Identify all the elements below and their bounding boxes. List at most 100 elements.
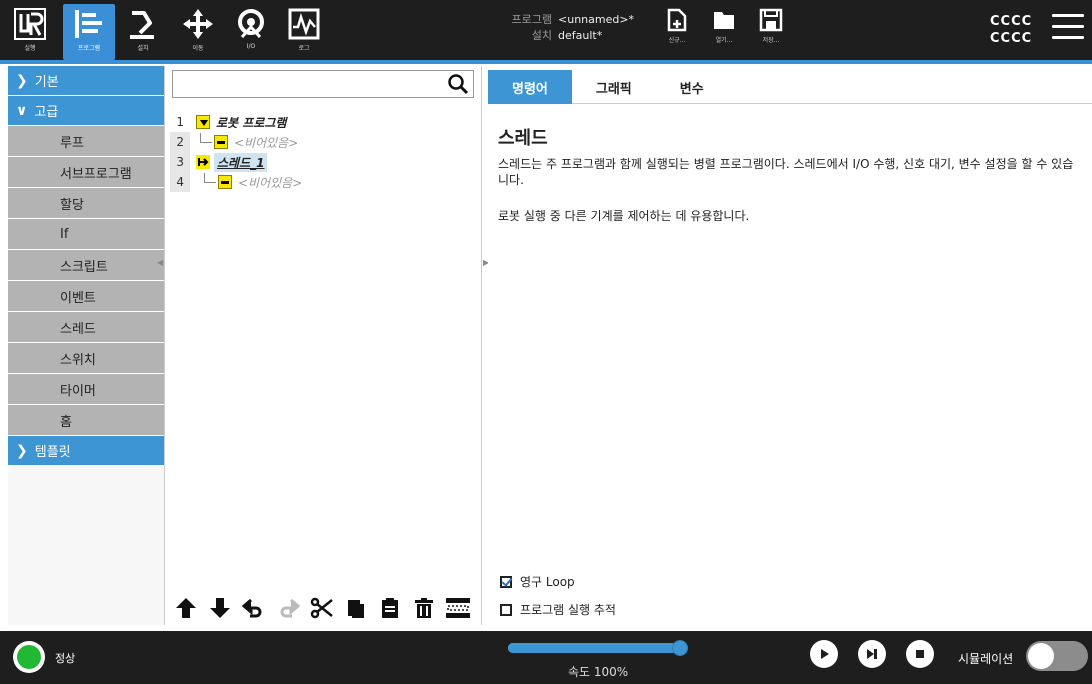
category-templates[interactable]: ❯ 템플릿 xyxy=(8,436,164,466)
trace-execution-label: 프로그램 실행 추적 xyxy=(520,603,616,617)
user-line-1: CCCC xyxy=(990,14,1033,29)
line-number: 2 xyxy=(170,132,190,152)
command-item-label: 홈 xyxy=(60,414,72,430)
robot-status-icon[interactable] xyxy=(13,641,45,673)
tab-graphics[interactable]: 그래픽 xyxy=(572,70,656,104)
clipboard-icon xyxy=(381,598,398,618)
paste-button[interactable] xyxy=(376,594,403,622)
category-basic[interactable]: ❯ 기본 xyxy=(8,66,164,96)
speed-label: 속도 100% xyxy=(568,665,629,679)
installation-robot-icon xyxy=(130,11,154,39)
open-program-button[interactable]: 열기... xyxy=(704,8,744,58)
thread-usage-note: 로봇 실행 중 다른 기계를 제어하는 데 유용합니다. xyxy=(498,209,750,223)
program-info: 프로그램 <unnamed>* 설치 default* xyxy=(470,12,635,44)
command-item-label: 이벤트 xyxy=(60,290,96,306)
command-item-subprogram[interactable]: 서브프로그램 xyxy=(8,157,164,188)
program-tree-panel: 1 로봇 프로그램 2 <비어있음> 3 스레드_1 4 <비어있음> xyxy=(170,66,482,625)
nav-installation-label: 설치 xyxy=(137,45,149,52)
stop-button[interactable] xyxy=(906,640,934,668)
category-advanced-label: 고급 xyxy=(34,105,59,120)
tree-search-input[interactable] xyxy=(177,72,447,96)
undo-icon xyxy=(241,598,261,618)
program-tree: 1 로봇 프로그램 2 <비어있음> 3 스레드_1 4 <비어있음> xyxy=(170,112,482,192)
tab-command[interactable]: 명령어 xyxy=(488,70,572,104)
command-item-home[interactable]: 홈 xyxy=(8,405,164,436)
tree-row[interactable]: 1 로봇 프로그램 xyxy=(170,112,482,132)
nav-io-button[interactable]: I/O xyxy=(225,4,277,60)
step-button[interactable] xyxy=(858,640,886,668)
command-item-thread[interactable]: 스레드 xyxy=(8,312,164,343)
page-title: 스레드 xyxy=(498,128,548,149)
tree-row[interactable]: 3 스레드_1 xyxy=(170,152,482,172)
thread-node-selected[interactable]: 스레드_1 xyxy=(214,152,268,172)
nav-move-button[interactable]: 이동 xyxy=(172,4,224,60)
tab-variables[interactable]: 변수 xyxy=(656,70,728,104)
loop-forever-checkbox[interactable] xyxy=(500,575,512,588)
command-item-event[interactable]: 이벤트 xyxy=(8,281,164,312)
delete-button[interactable] xyxy=(410,594,437,622)
command-item-assignment[interactable]: 할당 xyxy=(8,188,164,219)
search-icon[interactable] xyxy=(447,73,469,95)
command-item-label: 서브프로그램 xyxy=(60,166,132,182)
new-program-button[interactable]: 신규... xyxy=(657,8,697,58)
robot-program-node: 로봇 프로그램 xyxy=(216,115,287,130)
chevron-right-icon: ❯ xyxy=(16,442,28,459)
move-down-button[interactable] xyxy=(206,594,233,622)
nav-program-label: 프로그램 xyxy=(77,45,101,52)
new-file-icon xyxy=(667,8,687,32)
chevron-right-icon: ❯ xyxy=(16,72,28,89)
stop-icon xyxy=(916,650,924,658)
new-program-label: 신규... xyxy=(668,37,686,44)
command-item-if[interactable]: If xyxy=(8,219,164,250)
speed-slider-handle[interactable] xyxy=(672,640,688,656)
program-name: <unnamed>* xyxy=(558,13,635,26)
bottom-bar: 정상 속도 100% 시뮬레이션 xyxy=(0,631,1092,684)
installation-key: 설치 xyxy=(531,29,552,42)
command-item-timer[interactable]: 타이머 xyxy=(8,374,164,405)
play-button[interactable] xyxy=(810,640,838,668)
nav-installation-button[interactable]: 설치 xyxy=(117,4,169,60)
copy-button[interactable] xyxy=(342,594,369,622)
speed-slider-fill xyxy=(508,643,680,653)
suppress-icon xyxy=(445,598,470,618)
trace-execution-checkbox[interactable] xyxy=(500,603,512,616)
empty-node-icon xyxy=(214,135,228,149)
tree-row[interactable]: 2 <비어있음> xyxy=(170,132,482,152)
redo-icon xyxy=(280,598,300,618)
nav-run-button[interactable]: 실행 xyxy=(4,4,56,60)
nav-log-button[interactable]: 로그 xyxy=(278,4,330,60)
robot-status-label: 정상 xyxy=(55,652,76,665)
arrow-up-icon xyxy=(175,598,196,618)
nav-program-button[interactable]: 프로그램 xyxy=(63,4,115,60)
command-item-label: 스레드 xyxy=(60,321,96,337)
tree-row[interactable]: 4 <비어있음> xyxy=(170,172,482,192)
category-advanced[interactable]: ∨ 고급 xyxy=(8,96,164,126)
suppress-button[interactable] xyxy=(444,594,471,622)
thread-icon xyxy=(196,155,210,169)
simulation-label: 시뮬레이션 xyxy=(958,652,1014,666)
redo-button[interactable] xyxy=(274,594,301,622)
command-item-label: 스위치 xyxy=(60,352,96,368)
loop-forever-option[interactable]: 영구 Loop xyxy=(500,573,575,590)
ur-logo-icon xyxy=(14,8,46,40)
program-tree-icon xyxy=(75,10,102,38)
user-account[interactable]: CCCC CCCC xyxy=(990,13,1032,47)
move-up-button[interactable] xyxy=(172,594,199,622)
command-category-panel: ❯ 기본 ∨ 고급 루프 서브프로그램 할당 If 스크립트 이벤트 스레드 스… xyxy=(8,66,165,625)
cut-button[interactable] xyxy=(308,594,335,622)
speed-slider[interactable] xyxy=(508,640,688,656)
undo-button[interactable] xyxy=(240,594,267,622)
simulation-toggle[interactable] xyxy=(1026,641,1088,671)
tree-search-box[interactable] xyxy=(172,70,474,98)
collapse-triangle-icon[interactable] xyxy=(196,115,210,129)
trace-execution-option[interactable]: 프로그램 실행 추적 xyxy=(500,601,616,618)
collapse-left-panel-icon[interactable]: ◀ xyxy=(157,258,169,272)
user-line-2: CCCC xyxy=(990,31,1033,46)
command-item-script[interactable]: 스크립트 xyxy=(8,250,164,281)
topbar-accent-line xyxy=(0,60,1092,64)
command-item-loop[interactable]: 루프 xyxy=(8,126,164,157)
save-program-button[interactable]: 저장... xyxy=(751,8,791,58)
chevron-down-icon: ∨ xyxy=(16,102,28,119)
hamburger-menu-icon[interactable] xyxy=(1052,14,1084,44)
command-item-switch[interactable]: 스위치 xyxy=(8,343,164,374)
